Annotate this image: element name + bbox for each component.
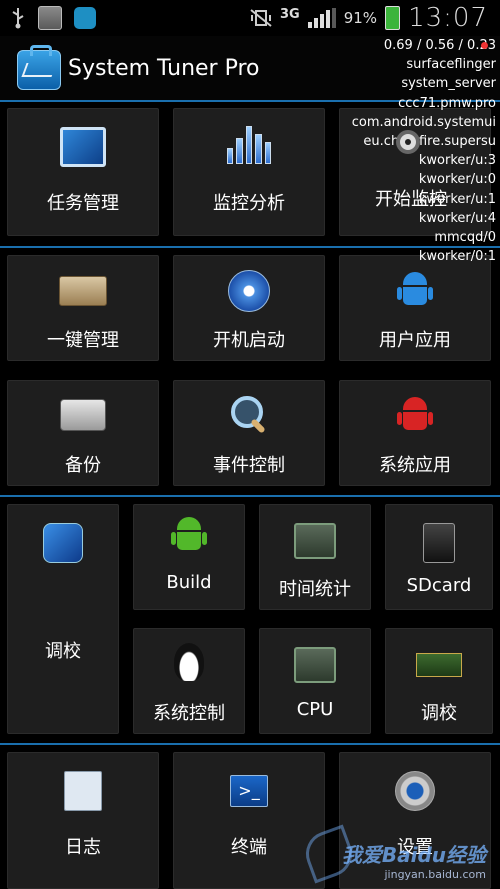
overlay-process: kworker/u:0 xyxy=(418,172,496,188)
tile-label: 终端 xyxy=(231,837,267,858)
tile-label: SDcard xyxy=(406,575,472,596)
boot-startup-tile[interactable]: 开机启动 xyxy=(173,255,325,361)
tile-label: 监控分析 xyxy=(213,193,285,214)
tile-label: 备份 xyxy=(65,455,101,476)
overlay-process: surfaceflinger xyxy=(406,57,496,73)
app-logo-icon xyxy=(17,45,61,90)
overlay-process: kworker/u:4 xyxy=(418,210,496,226)
overlay-process: com.android.systemui xyxy=(351,114,496,130)
app-title: System Tuner Pro xyxy=(68,56,260,81)
divider xyxy=(0,743,500,745)
ram-icon xyxy=(416,653,462,677)
task-manager-tile[interactable]: 任务管理 xyxy=(7,108,159,236)
overlay-process: mmcqd/0 xyxy=(434,230,496,246)
tile-label: 系统应用 xyxy=(379,455,451,476)
drive-backup-icon xyxy=(60,399,106,431)
android-red-icon xyxy=(397,397,433,433)
overlay-process: kworker/u:3 xyxy=(418,153,496,169)
cpu-chip-icon xyxy=(294,647,336,683)
sdcard-icon xyxy=(423,523,455,563)
divider xyxy=(0,495,500,497)
tile-label: 事件控制 xyxy=(213,455,285,476)
image-notification-icon xyxy=(38,6,62,30)
terminal-icon: >_ xyxy=(230,775,268,807)
tile-label: 任务管理 xyxy=(47,193,119,214)
tile-label: 一键管理 xyxy=(47,330,119,351)
user-apps-tile[interactable]: 用户应用 xyxy=(339,255,491,361)
linux-penguin-icon xyxy=(174,643,204,681)
overlay-drag-handle[interactable] xyxy=(396,130,420,154)
process-monitor-overlay: 0.69 / 0.56 / 0.23 surfaceflinger system… xyxy=(352,36,496,266)
tile-label: Build xyxy=(166,572,212,593)
settings-gear-icon xyxy=(395,771,435,811)
tile-label: CPU xyxy=(296,699,334,720)
android-blue-icon xyxy=(397,272,433,308)
log-icon xyxy=(64,771,102,811)
log-tile[interactable]: 日志 xyxy=(7,752,159,889)
battery-percent: 91% xyxy=(343,9,378,27)
sdcard-tile[interactable]: SDcard xyxy=(385,504,493,610)
memory-tuning-tile[interactable]: 调校 xyxy=(385,628,493,734)
app-notification-icon xyxy=(74,7,96,29)
clock: 13:07 xyxy=(408,3,488,33)
network-type: 3G xyxy=(280,6,300,22)
bar-chart-icon xyxy=(227,124,272,164)
usb-icon xyxy=(10,7,26,29)
vibrate-mute-icon xyxy=(250,9,272,27)
overlay-process: kworker/u:1 xyxy=(418,191,496,207)
tile-label: 用户应用 xyxy=(379,330,451,351)
status-bar: 3G 91% 13:07 xyxy=(0,0,500,36)
tuning-tile[interactable]: 调校 xyxy=(7,504,119,734)
overlay-load: 0.69 / 0.56 / 0.23 xyxy=(383,38,496,53)
monitor-analysis-tile[interactable]: 监控分析 xyxy=(173,108,325,236)
build-tile[interactable]: Build xyxy=(133,504,245,610)
android-build-icon xyxy=(171,517,207,553)
signal-icon xyxy=(307,8,336,28)
overlay-process: system_server xyxy=(401,76,496,92)
overlay-process: ccc71.pmw.pro xyxy=(398,95,496,111)
magnifier-icon xyxy=(231,396,267,432)
overlay-process: eu.chainfire.supersu xyxy=(363,134,496,150)
tile-label: 调校 xyxy=(45,641,81,662)
overlay-status-dot xyxy=(481,42,488,49)
system-apps-tile[interactable]: 系统应用 xyxy=(339,380,491,486)
system-control-tile[interactable]: 系统控制 xyxy=(133,628,245,734)
battery-icon xyxy=(385,6,401,30)
tile-label: 设置 xyxy=(397,837,433,858)
cd-power-icon xyxy=(228,270,270,312)
tile-label: 开机启动 xyxy=(213,330,285,351)
tile-label: 系统控制 xyxy=(153,703,225,724)
time-stats-tile[interactable]: 时间统计 xyxy=(259,504,371,610)
event-control-tile[interactable]: 事件控制 xyxy=(173,380,325,486)
overlay-process: kworker/0:1 xyxy=(418,249,496,265)
terminal-tile[interactable]: >_ 终端 xyxy=(173,752,325,889)
tile-label: 日志 xyxy=(65,837,101,858)
toolbox-icon xyxy=(59,276,107,306)
tile-label: 时间统计 xyxy=(279,579,351,600)
tuning-icon xyxy=(43,523,83,563)
one-key-manage-tile[interactable]: 一键管理 xyxy=(7,255,159,361)
backup-tile[interactable]: 备份 xyxy=(7,380,159,486)
settings-tile[interactable]: 设置 xyxy=(339,752,491,889)
monitor-icon xyxy=(60,127,106,167)
tile-label: 调校 xyxy=(421,703,457,724)
cpu-tile[interactable]: CPU xyxy=(259,628,371,734)
cpu-chip-icon xyxy=(294,523,336,559)
